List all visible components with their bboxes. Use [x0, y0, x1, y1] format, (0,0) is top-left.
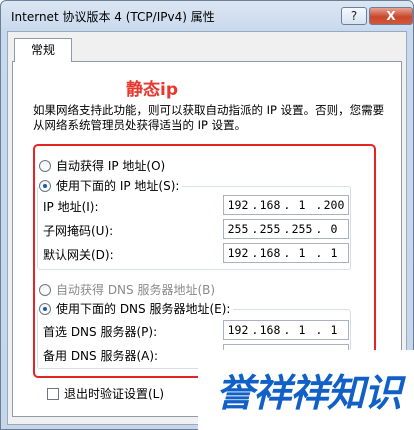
radio-dot-selected: [39, 302, 51, 315]
ip-address-input[interactable]: 192. 168. 1. 200: [223, 195, 349, 215]
octet: 200: [323, 198, 345, 212]
radio-auto-ip-label: 自动获得 IP 地址(O): [56, 159, 166, 173]
window-title: Internet 协议版本 4 (TCP/IPv4) 属性: [11, 10, 215, 24]
octet: 1: [298, 246, 306, 260]
radio-auto-dns[interactable]: 自动获得 DNS 服务器地址(B): [39, 281, 215, 298]
default-gateway-label: 默认网关(D):: [43, 248, 114, 262]
radio-manual-ip-label: 使用下面的 IP 地址(S):: [56, 179, 180, 193]
help-button[interactable]: ?: [341, 7, 367, 25]
alternate-dns-label: 备用 DNS 服务器(A):: [43, 349, 159, 363]
static-ip-annotation: 静态ip: [126, 80, 178, 100]
radio-dot-selected: [39, 179, 51, 192]
radio-dot: [39, 159, 51, 172]
octet: 0: [330, 222, 338, 236]
octet: 168: [259, 198, 281, 212]
watermark-text: 誉祥祥知识: [216, 371, 402, 415]
radio-auto-ip[interactable]: 自动获得 IP 地址(O): [39, 157, 165, 174]
checkbox-box: [47, 387, 59, 400]
radio-auto-dns-label: 自动获得 DNS 服务器地址(B): [56, 283, 216, 297]
radio-manual-dns[interactable]: 使用下面的 DNS 服务器地址(E):: [39, 300, 234, 317]
default-gateway-input[interactable]: 192. 168. 1. 1: [223, 243, 349, 263]
octet: 168: [259, 323, 281, 337]
validate-on-exit-label: 退出时验证设置(L): [64, 387, 165, 401]
octet: 255: [227, 222, 249, 236]
subnet-mask-label: 子网掩码(U):: [43, 224, 114, 238]
octet: 1: [330, 323, 338, 337]
radio-manual-ip[interactable]: 使用下面的 IP 地址(S):: [39, 177, 183, 194]
description-text: 如果网络支持此功能，则可以获取自动指派的 IP 设置。否则，您需要从网络系统管理…: [33, 103, 385, 132]
octet: 255: [291, 222, 313, 236]
octet: 255: [259, 222, 281, 236]
octet: 192: [227, 246, 249, 260]
octet: 192: [227, 198, 249, 212]
radio-dot: [39, 283, 51, 296]
ip-address-label: IP 地址(I):: [43, 200, 99, 214]
octet: 1: [298, 198, 306, 212]
radio-manual-dns-label: 使用下面的 DNS 服务器地址(E):: [56, 302, 231, 316]
preferred-dns-label: 首选 DNS 服务器(P):: [43, 325, 158, 339]
validate-on-exit-checkbox[interactable]: 退出时验证设置(L): [47, 385, 164, 402]
close-button[interactable]: X: [369, 7, 413, 25]
subnet-mask-input[interactable]: 255. 255. 255. 0: [223, 219, 349, 239]
octet: 192: [227, 323, 249, 337]
preferred-dns-input[interactable]: 192. 168. 1. 1: [223, 320, 349, 340]
watermark-logo: 誉祥祥知识: [198, 350, 414, 430]
octet: 168: [259, 246, 281, 260]
octet: 1: [298, 323, 306, 337]
octet: 1: [330, 246, 338, 260]
title-bar[interactable]: Internet 协议版本 4 (TCP/IPv4) 属性 ? X: [1, 1, 413, 31]
tab-general[interactable]: 常规: [14, 38, 72, 62]
